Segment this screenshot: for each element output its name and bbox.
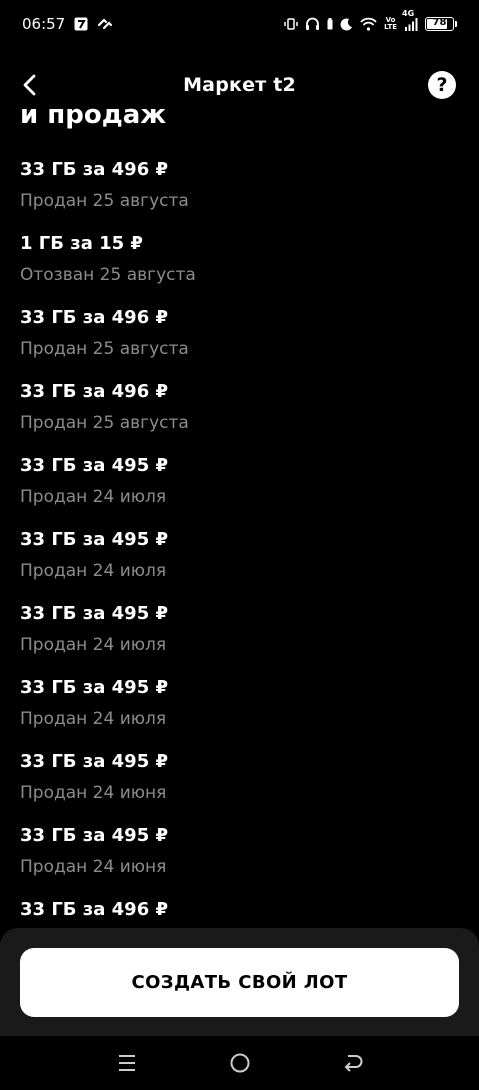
battery-percent: 78 bbox=[432, 17, 447, 28]
lot-status: Продан 24 июля bbox=[20, 635, 167, 655]
battery-indicator: 78 bbox=[425, 17, 457, 31]
home-button[interactable] bbox=[220, 1043, 260, 1083]
system-nav-bar bbox=[0, 1036, 479, 1090]
vibrate-icon bbox=[284, 17, 298, 31]
menu-icon bbox=[118, 1055, 135, 1071]
back-nav-button[interactable] bbox=[333, 1043, 373, 1083]
lot-item[interactable]: 33 ГБ за 495 ₽ Продан 24 июля bbox=[20, 602, 460, 676]
lot-item[interactable]: 33 ГБ за 495 ₽ Продан 24 июня bbox=[20, 750, 460, 824]
battery-body: 78 bbox=[425, 17, 454, 31]
lot-status: Продан 25 августа bbox=[20, 191, 189, 211]
app-header: Маркет t2 ? bbox=[0, 62, 479, 108]
link-notification-icon bbox=[97, 17, 113, 31]
moon-icon bbox=[340, 17, 353, 31]
lot-item[interactable]: 33 ГБ за 496 ₽ Продан 25 августа bbox=[20, 306, 460, 380]
lot-status: Продан 24 июля bbox=[20, 561, 167, 581]
help-button[interactable]: ? bbox=[428, 71, 456, 99]
lot-title: 33 ГБ за 495 ₽ bbox=[20, 825, 169, 846]
lot-item[interactable]: 33 ГБ за 496 ₽ bbox=[20, 898, 460, 928]
app-notification-icon bbox=[74, 17, 88, 31]
lots-history-scroll[interactable]: и продаж 33 ГБ за 496 ₽ Продан 25 августа… bbox=[0, 108, 479, 928]
lot-status: Продан 24 июля bbox=[20, 487, 167, 507]
lot-title: 1 ГБ за 15 ₽ bbox=[20, 233, 143, 254]
lot-title: 33 ГБ за 495 ₽ bbox=[20, 677, 169, 698]
lot-status: Продан 24 июля bbox=[20, 709, 167, 729]
lot-title: 33 ГБ за 496 ₽ bbox=[20, 381, 169, 402]
lot-title: 33 ГБ за 495 ₽ bbox=[20, 751, 169, 772]
lot-item[interactable]: 33 ГБ за 495 ₽ Продан 24 июля bbox=[20, 454, 460, 528]
battery-tip bbox=[455, 21, 457, 27]
lot-status: Продан 24 июня bbox=[20, 857, 167, 877]
lot-title: 33 ГБ за 495 ₽ bbox=[20, 603, 169, 624]
lot-status: Продан 24 июня bbox=[20, 783, 167, 803]
network-type-label: 4G bbox=[402, 9, 415, 18]
section-title: и продаж bbox=[20, 108, 167, 130]
small-battery-icon bbox=[327, 18, 333, 30]
headphones-icon bbox=[305, 17, 320, 31]
lot-status: Продан 25 августа bbox=[20, 339, 189, 359]
return-arrow-icon bbox=[344, 1055, 362, 1072]
volte-bottom-label: LTE bbox=[384, 23, 397, 31]
status-time: 06:57 bbox=[22, 15, 66, 33]
lot-item[interactable]: 33 ГБ за 495 ₽ Продан 24 июня bbox=[20, 824, 460, 898]
lot-title: 33 ГБ за 496 ₽ bbox=[20, 899, 169, 920]
lot-item[interactable]: 33 ГБ за 496 ₽ Продан 25 августа bbox=[20, 380, 460, 454]
lot-title: 33 ГБ за 495 ₽ bbox=[20, 455, 169, 476]
page-title: Маркет t2 bbox=[183, 74, 296, 96]
back-arrow-icon bbox=[23, 74, 36, 96]
home-circle-icon bbox=[230, 1053, 249, 1073]
status-left: 06:57 bbox=[22, 15, 113, 33]
bottom-panel: СОЗДАТЬ СВОЙ ЛОТ bbox=[0, 928, 479, 1036]
question-icon: ? bbox=[436, 74, 448, 96]
wifi-icon bbox=[360, 17, 377, 31]
volte-indicator: Vo LTE bbox=[384, 17, 397, 31]
lot-title: 33 ГБ за 496 ₽ bbox=[20, 307, 169, 328]
create-lot-button[interactable]: СОЗДАТЬ СВОЙ ЛОТ bbox=[20, 948, 459, 1017]
back-button[interactable] bbox=[14, 70, 44, 100]
lot-item[interactable]: 1 ГБ за 15 ₽ Отозван 25 августа bbox=[20, 232, 460, 306]
lot-title: 33 ГБ за 495 ₽ bbox=[20, 529, 169, 550]
lot-title: 33 ГБ за 496 ₽ bbox=[20, 159, 169, 180]
recent-apps-button[interactable] bbox=[107, 1043, 147, 1083]
lot-item[interactable]: 33 ГБ за 495 ₽ Продан 24 июля bbox=[20, 676, 460, 750]
lot-item[interactable]: 33 ГБ за 495 ₽ Продан 24 июля bbox=[20, 528, 460, 602]
lot-status: Продан 25 августа bbox=[20, 413, 189, 433]
cellular-signal-icon: 4G bbox=[402, 9, 418, 31]
lot-status: Отозван 25 августа bbox=[20, 265, 196, 285]
status-bar: 06:57 Vo LTE 4G 78 bbox=[0, 0, 479, 48]
lot-item[interactable]: 33 ГБ за 496 ₽ Продан 25 августа bbox=[20, 158, 460, 232]
status-right: Vo LTE 4G 78 bbox=[284, 9, 457, 31]
